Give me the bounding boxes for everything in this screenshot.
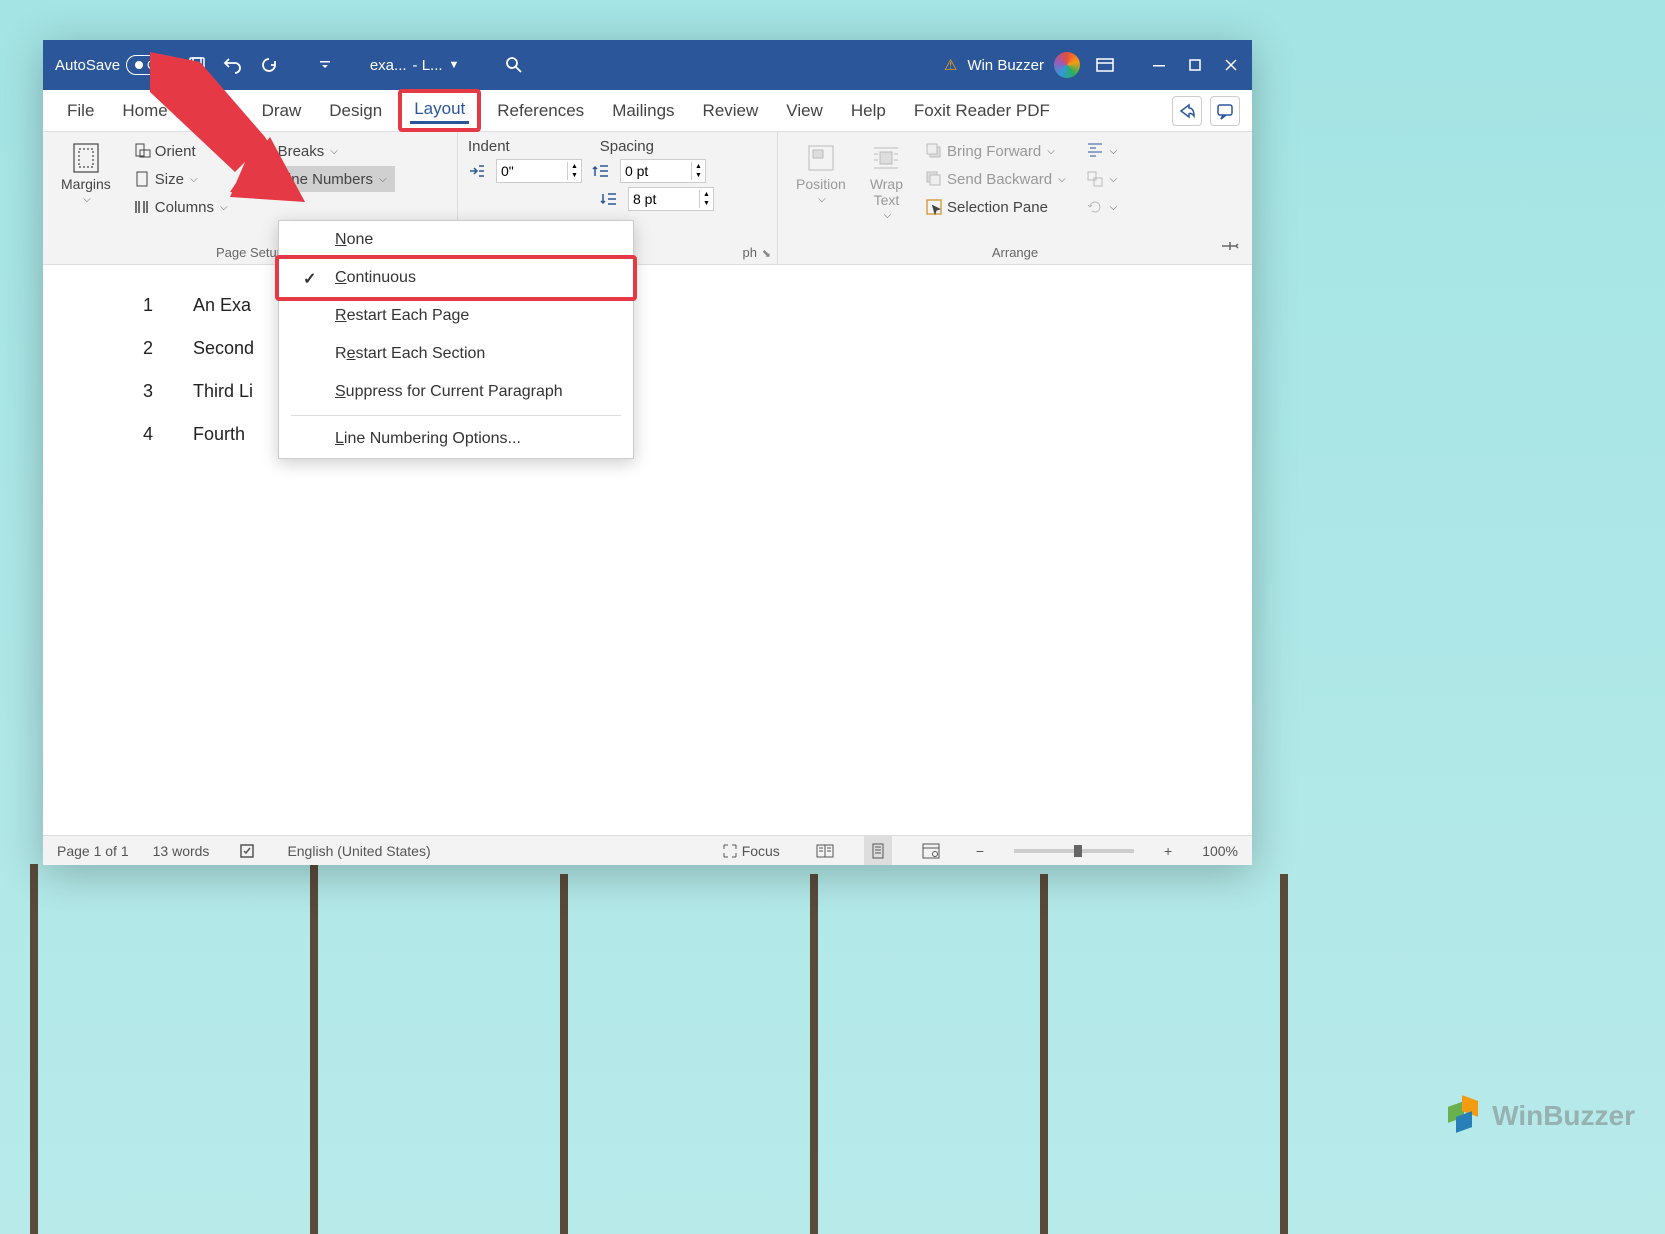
print-layout-icon[interactable] xyxy=(864,836,892,865)
ribbon: Margins ⌵ Orient Size⌵ Columns⌵ xyxy=(43,132,1252,265)
ribbon-display-icon[interactable] xyxy=(1094,54,1116,76)
line-text[interactable]: Third Li xyxy=(193,381,253,402)
orientation-button[interactable]: Orient xyxy=(127,138,234,164)
comments-button[interactable] xyxy=(1210,96,1240,126)
arrange-label: Arrange xyxy=(778,245,1252,260)
line-text[interactable]: An Exa xyxy=(193,295,251,316)
spelling-icon[interactable] xyxy=(233,836,263,865)
undo-icon[interactable] xyxy=(222,54,244,76)
size-button[interactable]: Size⌵ xyxy=(127,166,234,192)
align-button: ⌵ xyxy=(1080,138,1124,164)
dd-none[interactable]: None xyxy=(279,221,633,259)
breaks-button[interactable]: Breaks⌵ xyxy=(250,138,395,164)
tab-foxit[interactable]: Foxit Reader PDF xyxy=(902,93,1062,129)
maximize-button[interactable] xyxy=(1186,56,1204,74)
read-mode-icon[interactable] xyxy=(810,836,840,865)
chevron-down-icon[interactable]: ▼ xyxy=(449,59,460,71)
tab-insert[interactable]: ert xyxy=(184,93,246,129)
autosave-state[interactable]: Off xyxy=(126,55,172,75)
indent-label: Indent xyxy=(468,138,510,155)
dd-restart-section[interactable]: Restart Each Section xyxy=(279,335,633,373)
position-button: Position ⌵ xyxy=(788,138,854,209)
tab-layout[interactable]: Layout xyxy=(410,97,469,124)
line-numbers-button[interactable]: 12 Line Numbers⌵ xyxy=(250,166,395,192)
columns-button[interactable]: Columns⌵ xyxy=(127,194,234,220)
minimize-button[interactable] xyxy=(1150,56,1168,74)
paragraph-label-suffix: ph xyxy=(743,245,757,260)
paragraph-launcher[interactable]: ⬊ xyxy=(762,247,771,260)
tab-home[interactable]: Home xyxy=(110,93,179,129)
save-icon[interactable] xyxy=(186,54,208,76)
bring-forward-button: Bring Forward⌵ xyxy=(919,138,1072,164)
statusbar: Page 1 of 1 13 words English (United Sta… xyxy=(43,835,1252,865)
dd-continuous[interactable]: Continuous xyxy=(275,255,637,301)
tab-design[interactable]: Design xyxy=(317,93,394,129)
page-indicator[interactable]: Page 1 of 1 xyxy=(57,843,129,859)
group-button: ⌵ xyxy=(1080,166,1124,192)
tab-layout-highlight: Layout xyxy=(398,89,481,132)
chevron-down-icon: ⌵ xyxy=(83,194,91,205)
tab-mailings[interactable]: Mailings xyxy=(600,93,686,129)
margins-button[interactable]: Margins ⌵ xyxy=(53,138,119,209)
focus-mode-button[interactable]: Focus xyxy=(716,836,786,865)
line-numbers-dropdown: None Continuous Restart Each Page Restar… xyxy=(278,220,634,459)
zoom-slider[interactable] xyxy=(1014,849,1134,853)
redo-icon[interactable] xyxy=(258,54,280,76)
qat-dropdown-icon[interactable] xyxy=(314,54,336,76)
arrange-group: Position ⌵ Wrap Text ⌵ Bring Forward⌵ Se xyxy=(778,132,1252,264)
line-text[interactable]: Second xyxy=(193,338,254,359)
ribbon-tabs: File Home ert Draw Design Layout Referen… xyxy=(43,90,1252,132)
tab-help[interactable]: Help xyxy=(839,93,898,129)
tab-review[interactable]: Review xyxy=(691,93,771,129)
warning-icon: ⚠ xyxy=(944,56,957,74)
line-number: 2 xyxy=(133,338,153,359)
svg-text:2: 2 xyxy=(259,180,263,187)
autosave-label: AutoSave xyxy=(55,57,120,74)
share-button[interactable] xyxy=(1172,96,1202,126)
selection-pane-button[interactable]: Selection Pane xyxy=(919,194,1072,220)
web-layout-icon[interactable] xyxy=(916,836,946,865)
line-number: 3 xyxy=(133,381,153,402)
pin-ribbon-icon[interactable] xyxy=(1220,239,1240,258)
word-count[interactable]: 13 words xyxy=(153,843,210,859)
user-account[interactable]: ⚠ Win Buzzer xyxy=(944,52,1080,78)
wrap-text-button: Wrap Text ⌵ xyxy=(862,138,911,225)
line-number: 1 xyxy=(133,295,153,316)
line-number: 4 xyxy=(133,424,153,445)
tab-draw[interactable]: Draw xyxy=(250,93,314,129)
rotate-button: ⌵ xyxy=(1080,194,1124,220)
search-icon[interactable] xyxy=(503,54,525,76)
zoom-out-button[interactable]: − xyxy=(970,836,990,865)
titlebar: AutoSave Off exa... - L... ▼ ⚠ Win Buzze… xyxy=(43,40,1252,90)
spacing-label: Spacing xyxy=(600,138,654,155)
send-backward-button: Send Backward⌵ xyxy=(919,166,1072,192)
line-text[interactable]: Fourth xyxy=(193,424,245,445)
autosave-toggle[interactable]: AutoSave Off xyxy=(55,55,172,75)
language-indicator[interactable]: English (United States) xyxy=(287,843,430,859)
tab-references[interactable]: References xyxy=(485,93,596,129)
dd-options[interactable]: Line Numbering Options... xyxy=(279,420,633,458)
winbuzzer-logo-icon xyxy=(1448,1098,1484,1134)
spacing-before-input[interactable]: ▲▼ xyxy=(620,159,706,183)
dd-suppress[interactable]: Suppress for Current Paragraph xyxy=(279,373,633,411)
svg-text:1: 1 xyxy=(259,173,263,180)
indent-left-input[interactable]: ▲▼ xyxy=(496,159,582,183)
spacing-after-input[interactable]: ▲▼ xyxy=(628,187,714,211)
document-canvas[interactable]: 1 An Exa 2 Second 3 Third Li 4 Fourth xyxy=(43,265,1252,835)
word-window: AutoSave Off exa... - L... ▼ ⚠ Win Buzze… xyxy=(43,40,1252,865)
zoom-in-button[interactable]: + xyxy=(1158,836,1178,865)
document-title: exa... - L... ▼ xyxy=(370,57,460,74)
close-button[interactable] xyxy=(1222,56,1240,74)
watermark: WinBuzzer xyxy=(1448,1098,1635,1134)
avatar[interactable] xyxy=(1054,52,1080,78)
tab-file[interactable]: File xyxy=(55,93,106,129)
dd-restart-page[interactable]: Restart Each Page xyxy=(279,297,633,335)
zoom-level[interactable]: 100% xyxy=(1202,843,1238,859)
tab-view[interactable]: View xyxy=(774,93,835,129)
user-name: Win Buzzer xyxy=(967,57,1044,74)
